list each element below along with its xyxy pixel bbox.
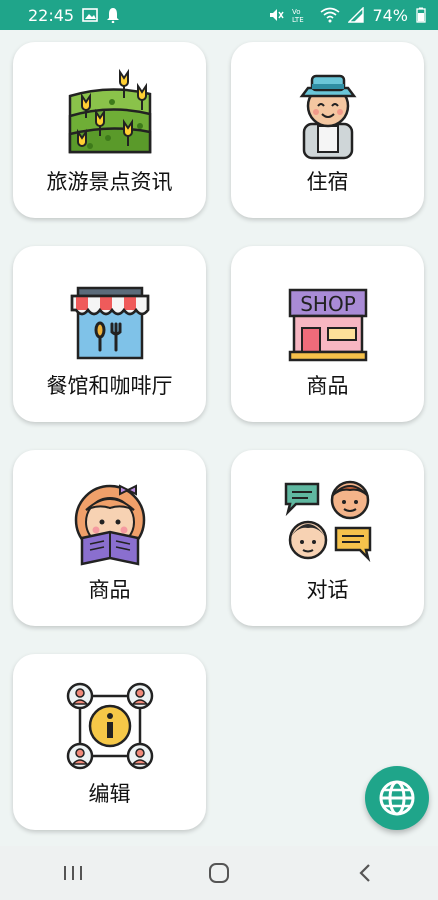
girl-reading-icon (62, 474, 158, 570)
volte-icon: Vo LTE (292, 7, 312, 24)
back-button[interactable] (335, 853, 395, 893)
card-restaurants-cafes[interactable]: 餐馆和咖啡厅 (13, 246, 206, 422)
card-label: 住宿 (306, 170, 349, 194)
notification-icon (106, 7, 120, 24)
recent-apps-icon (62, 864, 84, 882)
card-conversation[interactable]: 对话 (231, 450, 424, 626)
conversation-icon (280, 474, 376, 570)
language-fab-button[interactable] (365, 766, 429, 830)
restaurant-awning-icon (62, 270, 158, 366)
home-button[interactable] (189, 853, 249, 893)
globe-icon (377, 778, 417, 818)
recent-apps-button[interactable] (43, 853, 103, 893)
card-label: 编辑 (88, 782, 131, 806)
traveler-icon (280, 66, 376, 162)
back-icon (358, 862, 372, 884)
status-left: 22:45 (28, 6, 120, 25)
status-right: Vo LTE 74% (268, 6, 426, 25)
card-edit[interactable]: 编辑 (13, 654, 206, 830)
image-icon (82, 8, 98, 22)
status-bar: 22:45 Vo LTE 74% (0, 0, 438, 30)
card-tourist-attractions[interactable]: 旅游景点资讯 (13, 42, 206, 218)
info-network-icon (62, 678, 158, 774)
card-label: 餐馆和咖啡厅 (46, 374, 173, 398)
navigation-bar (0, 846, 438, 900)
mute-icon (268, 7, 285, 23)
svg-text:SHOP: SHOP (300, 292, 356, 316)
card-products-reading[interactable]: 商品 (13, 450, 206, 626)
signal-icon (347, 6, 365, 23)
svg-text:Vo: Vo (292, 8, 301, 16)
battery-percent: 74% (372, 5, 408, 25)
wifi-icon (320, 7, 340, 23)
card-label: 商品 (306, 374, 349, 398)
card-label: 旅游景点资讯 (46, 170, 173, 194)
card-accommodation[interactable]: 住宿 (231, 42, 424, 218)
shop-icon: SHOP (280, 270, 376, 366)
card-products-shop[interactable]: SHOP 商品 (231, 246, 424, 422)
status-time: 22:45 (28, 5, 75, 25)
card-label: 对话 (306, 578, 349, 602)
card-label: 商品 (88, 578, 131, 602)
battery-icon (416, 7, 426, 23)
tulip-field-icon (62, 66, 158, 162)
svg-text:LTE: LTE (292, 16, 304, 23)
home-icon (208, 862, 230, 884)
